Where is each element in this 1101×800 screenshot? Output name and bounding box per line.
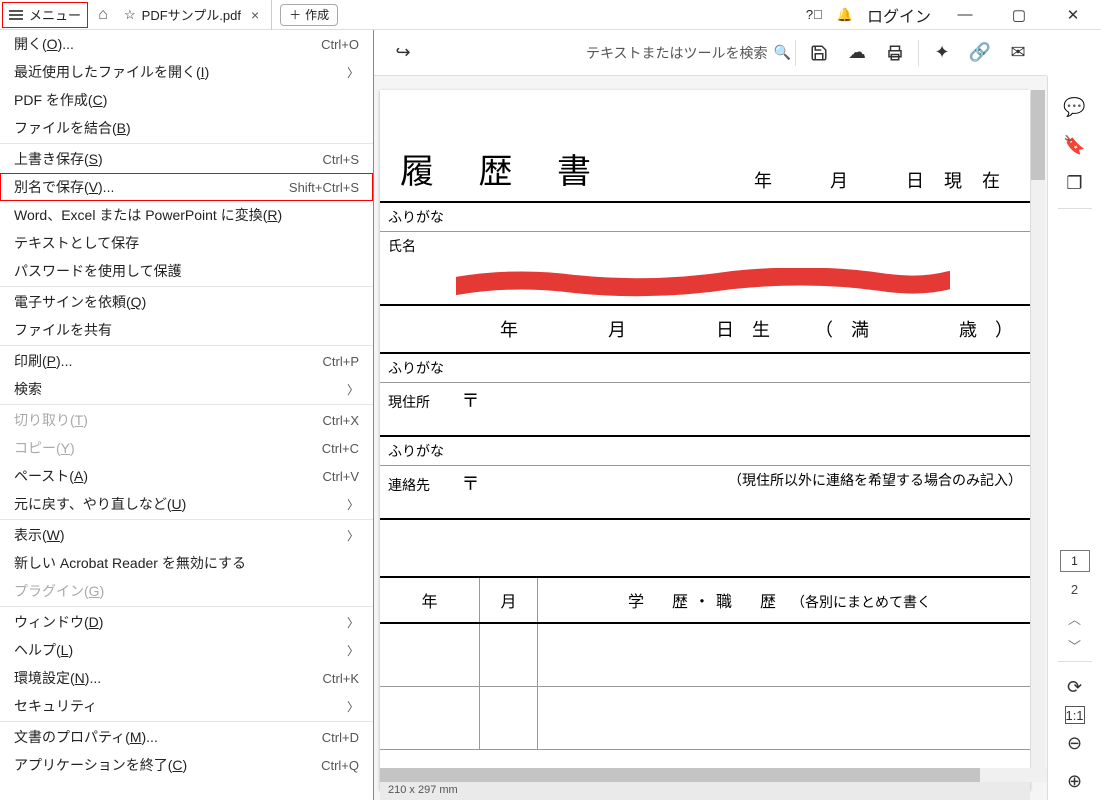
menu-recent[interactable]: 最近使用したファイルを開く(I)〉	[0, 58, 373, 86]
menu-copy: コピー(Y)Ctrl+C	[0, 434, 373, 462]
redaction-stroke	[456, 268, 950, 298]
search-placeholder: テキストまたはツールを検索	[586, 43, 768, 63]
name-cell: 氏名	[380, 232, 1030, 306]
link-icon[interactable]: 🔗	[961, 34, 999, 72]
mail-icon[interactable]: ✉	[999, 34, 1037, 72]
zoom-out-icon[interactable]: ⊖	[1056, 724, 1094, 762]
cloud-upload-icon[interactable]: ☁	[838, 34, 876, 72]
bell-icon[interactable]: 🔔	[837, 7, 853, 23]
tab-title: PDFサンプル.pdf	[142, 5, 241, 24]
horizontal-scrollbar[interactable]	[380, 768, 1047, 782]
pdf-page[interactable]: 履 歴 書 年 月 日現在 ふりがな 氏名 年 月 日生 （満 歳） ふりがな …	[380, 90, 1030, 790]
menu-security[interactable]: セキュリティ〉	[0, 692, 373, 720]
menu-create-pdf[interactable]: PDF を作成(C)	[0, 86, 373, 114]
menu-convert[interactable]: Word、Excel または PowerPoint に変換(R)	[0, 201, 373, 229]
history-row	[380, 687, 1030, 750]
document-area: 履 歴 書 年 月 日現在 ふりがな 氏名 年 月 日生 （満 歳） ふりがな …	[374, 76, 1047, 800]
star-icon[interactable]: ☆	[124, 7, 136, 23]
maximize-button[interactable]: ▢	[999, 6, 1039, 24]
status-bar: 210 x 297 mm	[380, 782, 1030, 800]
menu-save[interactable]: 2 上書き保存(S)Ctrl+S	[0, 145, 373, 173]
document-tab[interactable]: ☆ PDFサンプル.pdf ×	[116, 0, 272, 30]
doc-date-line: 年 月 日現在	[754, 167, 1020, 193]
page-up-icon[interactable]: ︿	[1068, 609, 1081, 628]
menu-button[interactable]: メニュー	[2, 2, 88, 28]
page-total: 2	[1071, 582, 1078, 597]
menu-share[interactable]: ファイルを共有	[0, 316, 373, 344]
menu-help[interactable]: ヘルプ(L)〉	[0, 636, 373, 664]
tab-close-icon[interactable]: ×	[247, 7, 263, 23]
search-icon: 🔍	[774, 44, 791, 61]
menu-button-label: メニュー	[29, 5, 81, 24]
minimize-button[interactable]: —	[945, 6, 985, 23]
history-row	[380, 624, 1030, 687]
menu-undo[interactable]: 元に戻す、やり直しなど(U)〉	[0, 490, 373, 518]
vertical-scrollbar[interactable]	[1031, 90, 1045, 780]
bookmark-icon[interactable]: 🔖	[1056, 126, 1094, 164]
title-right: ?⃝ 🔔 ログイン — ▢ ✕	[806, 3, 1101, 27]
menu-paste[interactable]: ペースト(A)Ctrl+V	[0, 462, 373, 490]
menu-quit[interactable]: アプリケーションを終了(C)Ctrl+Q	[0, 751, 373, 779]
comment-icon[interactable]: 💬	[1056, 88, 1094, 126]
create-label: 作成	[305, 6, 329, 23]
title-bar: メニュー 1 ⌂ ☆ PDFサンプル.pdf × ＋ 作成 ?⃝ 🔔 ログイン …	[0, 0, 1101, 30]
close-button[interactable]: ✕	[1053, 6, 1093, 24]
menu-disable[interactable]: 新しい Acrobat Reader を無効にする	[0, 549, 373, 577]
help-icon[interactable]: ?⃝	[806, 7, 823, 22]
furigana-2: ふりがな	[380, 354, 1030, 383]
redo-icon[interactable]: ↪	[384, 34, 422, 72]
plus-icon: ＋	[289, 6, 301, 23]
menu-window[interactable]: ウィンドウ(D)〉	[0, 608, 373, 636]
address-row: 現住所 〒	[380, 383, 1030, 437]
file-menu: 開く(O)...Ctrl+O 最近使用したファイルを開く(I)〉 PDF を作成…	[0, 30, 374, 800]
menu-esign[interactable]: 電子サインを依頼(Q)	[0, 288, 373, 316]
rotate-icon[interactable]: ⟳	[1056, 668, 1094, 706]
login-label[interactable]: ログイン	[867, 3, 931, 27]
hamburger-icon	[9, 14, 23, 16]
page-number-input[interactable]: 1	[1060, 550, 1090, 572]
home-icon[interactable]: ⌂	[90, 6, 116, 24]
menu-combine[interactable]: ファイルを結合(B)	[0, 114, 373, 142]
doc-title: 履 歴 書	[390, 144, 609, 193]
menu-protect[interactable]: パスワードを使用して保護	[0, 257, 373, 285]
search-box[interactable]: テキストまたはツールを検索 🔍	[586, 43, 791, 63]
menu-plugin: プラグイン(G)	[0, 577, 373, 605]
furigana-3: ふりがな	[380, 437, 1030, 466]
create-button[interactable]: ＋ 作成	[280, 4, 338, 26]
print-icon[interactable]	[876, 34, 914, 72]
furigana-1: ふりがな	[380, 203, 1030, 232]
menu-save-text[interactable]: テキストとして保存	[0, 229, 373, 257]
toolbar: ↪ テキストまたはツールを検索 🔍 ☁ ✦ 🔗 ✉	[374, 30, 1047, 76]
menu-view[interactable]: 表示(W)〉	[0, 521, 373, 549]
actual-size-icon[interactable]: 1:1	[1065, 706, 1085, 724]
ai-icon[interactable]: ✦	[923, 34, 961, 72]
page-down-icon[interactable]: ﹀	[1068, 636, 1081, 655]
zoom-in-icon[interactable]: ⊕	[1056, 762, 1094, 800]
contact-row: 連絡先 〒 （現住所以外に連絡を希望する場合のみ記入）	[380, 466, 1030, 520]
menu-save-as[interactable]: 別名で保存(V)...Shift+Ctrl+S	[0, 173, 373, 201]
menu-prefs[interactable]: 環境設定(N)...Ctrl+K	[0, 664, 373, 692]
menu-search[interactable]: 検索〉	[0, 375, 373, 403]
right-panel: 💬 🔖 ❐ 1 2 ︿ ﹀ ⟳ 1:1 ⊖ ⊕	[1047, 76, 1101, 800]
menu-cut: 切り取り(T)Ctrl+X	[0, 406, 373, 434]
history-header: 年 月 学 歴・職 歴 （各別にまとめて書く	[380, 578, 1030, 624]
dob-row: 年 月 日生 （満 歳）	[380, 306, 1030, 354]
menu-print[interactable]: 印刷(P)...Ctrl+P	[0, 347, 373, 375]
menu-props[interactable]: 文書のプロパティ(M)...Ctrl+D	[0, 723, 373, 751]
tab-area: ⌂ ☆ PDFサンプル.pdf × ＋ 作成	[90, 0, 806, 30]
pages-icon[interactable]: ❐	[1056, 164, 1094, 202]
save-icon[interactable]	[800, 34, 838, 72]
menu-open[interactable]: 開く(O)...Ctrl+O	[0, 30, 373, 58]
